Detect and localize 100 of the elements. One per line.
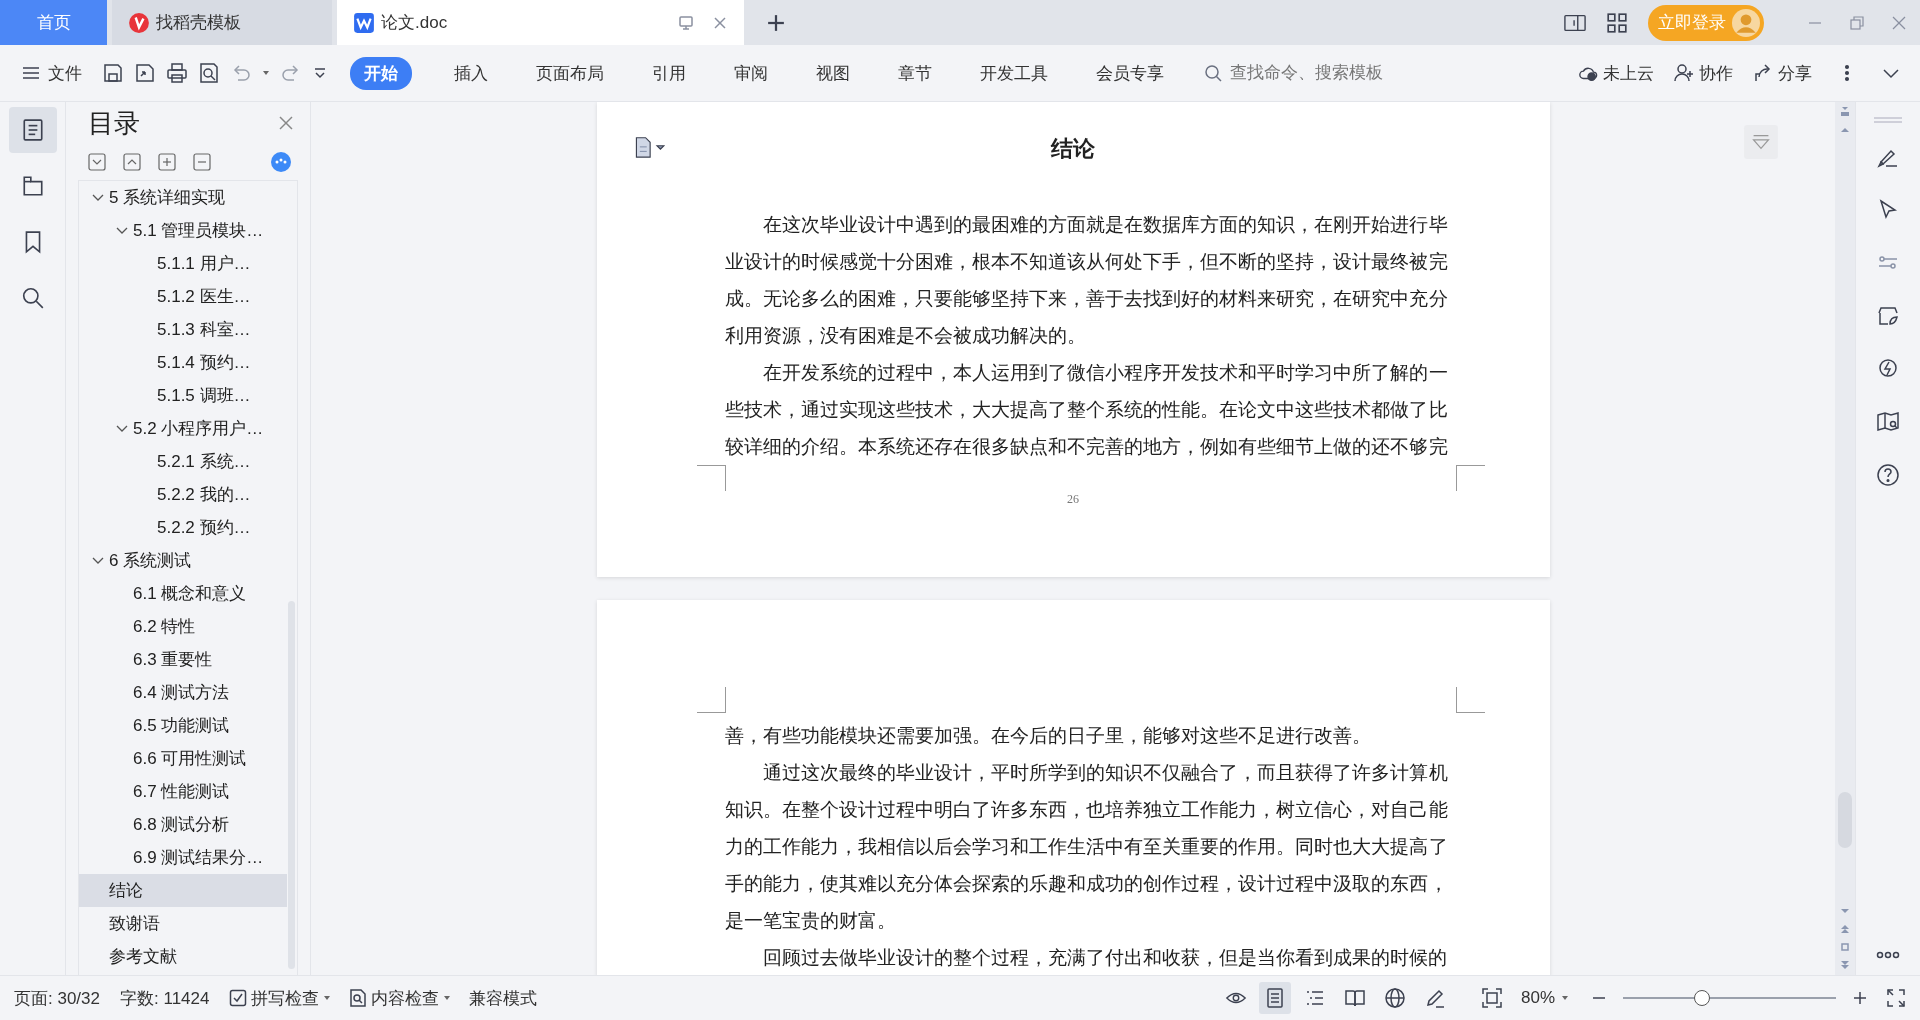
book-search-icon[interactable] [1876, 410, 1900, 434]
zoom-slider[interactable] [1693, 990, 1710, 1006]
crop-mark [696, 687, 726, 713]
template-logo-icon [128, 11, 150, 34]
paragraph: 在开发系统的过程中，本人运用到了微信小程序开发技术和平时学习中所了解的一些技术，通过实现这些技术，大大提高了整个系统的性能。在论文中这些技术都做了比较详细的介绍。本系统还存在很多缺点和不完善的地方，例如有些细节上做的还不够完 [724, 361, 1448, 459]
outline-panel-icon[interactable] [8, 107, 57, 153]
cloud-status-button[interactable]: 未上云 [1578, 61, 1654, 85]
panel-title: 目录 [88, 106, 140, 140]
toc-item[interactable]: 6.9 测试结果分… [79, 841, 287, 874]
toc-item[interactable]: 5 系统详细实现 [79, 181, 287, 214]
paragraph: 回顾过去做毕业设计的整个过程，充满了付出和收获，但是当你看到成果的时候的 [761, 946, 1448, 970]
toc-item[interactable]: 5.1.4 预约… [79, 346, 287, 379]
toc-item[interactable]: 6.6 可用性测试 [79, 742, 287, 775]
ribbon-tab[interactable]: 开发工具 [966, 56, 1062, 90]
crop-mark [696, 465, 726, 491]
store-icon[interactable] [1876, 304, 1900, 328]
add-icon[interactable] [158, 153, 176, 171]
paragraph: 通过这次最终的毕业设计，平时所学到的知识不仅融合了，而且获得了许多计算机知识。在整个设计过程中明白了许多东西，也培养独立工作能力，树立信心，对自己能力的工作能力，我相信以后会学习和工作生活中有至关重要的作用。同时也大大提高了手的能力，使其难以充分体会探索的乐趣和成功的创作过程，设计过程中汲取的东西，是一笔宝贵的财富。 [724, 761, 1448, 933]
print-preview-icon[interactable] [198, 62, 220, 84]
menu-icon [22, 64, 40, 82]
toc-item[interactable]: 5.1.5 调班… [79, 379, 287, 412]
document-app-icon [353, 11, 375, 34]
heading: 结论 [1051, 135, 1095, 163]
print-icon[interactable] [166, 62, 188, 84]
ribbon-tab[interactable]: 章节 [884, 56, 946, 90]
toc-item[interactable]: 6.4 测试方法 [79, 676, 287, 709]
search-field[interactable]: 查找命令、搜索模板 [1204, 62, 1422, 84]
toc-item[interactable]: 5.2.2 预约… [79, 511, 287, 544]
zoom-level-dropdown[interactable]: 80% [1520, 988, 1569, 1008]
toc-item[interactable]: 致谢语 [79, 907, 287, 940]
toc-item[interactable]: 6.3 重要性 [79, 643, 287, 676]
export-icon[interactable] [134, 62, 156, 84]
toc-item[interactable]: 5.1 管理员模块… [79, 214, 287, 247]
ruler-toggle-icon[interactable] [1839, 106, 1851, 118]
avatar-icon [1732, 8, 1760, 37]
fullscreen-icon[interactable] [1886, 988, 1906, 1008]
paragraph: 善，有些功能模块还需要加强。在今后的日子里，能够对这些不足进行改善。 [724, 724, 1372, 748]
caret-icon [323, 994, 332, 1002]
toc-item[interactable]: 5.2 小程序用户… [79, 412, 287, 445]
collapse-icon[interactable] [88, 153, 106, 171]
ribbon-tab[interactable]: 会员专享 [1082, 56, 1178, 90]
ribbon-tab[interactable]: 视图 [802, 56, 864, 90]
document-search-icon [349, 989, 368, 1007]
fit-page-icon[interactable] [1480, 987, 1503, 1009]
toc-item[interactable]: 6.2 特性 [79, 610, 287, 643]
document-tab[interactable]: 论文.doc [337, 0, 744, 45]
crop-mark [1455, 465, 1485, 491]
ribbon-tab[interactable]: 页面布局 [522, 56, 618, 90]
close-icon[interactable] [712, 14, 728, 31]
ribbon-tab[interactable]: 插入 [440, 56, 502, 90]
expand-icon[interactable] [123, 153, 141, 171]
new-tab-icon[interactable] [767, 13, 785, 32]
scrollbar[interactable] [288, 601, 295, 969]
toc-item[interactable]: 5.2.2 我的… [79, 478, 287, 511]
ribbon-tab[interactable]: 审阅 [720, 56, 782, 90]
toc-item[interactable]: 5.1.2 医生… [79, 280, 287, 313]
help-icon[interactable] [1876, 463, 1900, 487]
caret-icon [443, 994, 452, 1002]
toc-item[interactable]: 5.2.1 系统… [79, 445, 287, 478]
page-count: 页面: 30/32 [14, 987, 100, 1010]
toc-item[interactable]: 6.7 性能测试 [79, 775, 287, 808]
toc-item[interactable]: 结论 [79, 874, 287, 907]
ribbon-tab[interactable]: 开始 [350, 56, 412, 90]
paragraph: 在这次毕业设计中遇到的最困难的方面就是在数据库方面的知识，在刚开始进行毕业设计的时候感觉十分困难，根本不知道该从何处下手，但不断的坚持，设计最终被完成。无论多么的困难，只要能够坚持下来，善于去找到好的材料来研究，在研究中充分利用资源，没有困难是不会被成功解决的。 [724, 213, 1448, 348]
tab-label: 论文.doc [381, 12, 448, 34]
more-icon[interactable] [1876, 951, 1900, 959]
tab-label: 找稻壳模板 [156, 12, 241, 34]
customize-icon[interactable] [312, 65, 328, 81]
share-button[interactable]: 分享 [1753, 61, 1812, 85]
page-number: 26 [1066, 492, 1080, 507]
assistant-icon[interactable] [270, 151, 292, 173]
toc-item[interactable]: 6.5 功能测试 [79, 709, 287, 742]
caret-icon [1561, 994, 1569, 1002]
page-view-icon[interactable] [1258, 982, 1291, 1014]
spell-check-button[interactable]: 拼写检查 [229, 986, 332, 1010]
monitor-icon[interactable] [678, 14, 694, 31]
collaborate-button[interactable]: 协作 [1674, 61, 1733, 85]
grid-icon[interactable] [1606, 11, 1628, 34]
remove-icon[interactable] [193, 153, 211, 171]
save-icon[interactable] [102, 62, 124, 84]
caret-icon[interactable] [262, 69, 270, 77]
zoom-in-icon[interactable] [1852, 990, 1868, 1006]
toc-item[interactable]: 6.1 概念和意义 [79, 577, 287, 610]
toc-item[interactable]: 参考文献 [79, 940, 287, 973]
file-menu[interactable]: 文件 [22, 61, 82, 85]
ribbon-tab[interactable]: 引用 [638, 56, 700, 90]
drag-handle-icon[interactable] [1873, 116, 1903, 124]
search-icon [1204, 64, 1222, 82]
checkbox-icon [229, 989, 248, 1007]
close-icon[interactable] [278, 115, 294, 131]
compatibility-mode: 兼容模式 [469, 987, 538, 1010]
people-icon [1674, 63, 1694, 83]
document-tab[interactable]: 找稻壳模板 [112, 0, 332, 45]
toc-item[interactable]: 6 系统测试 [79, 544, 287, 577]
toc-item[interactable]: 5.1.1 用户… [79, 247, 287, 280]
toc-item[interactable]: 5.1.3 科室… [79, 313, 287, 346]
toc-item[interactable]: 6.8 测试分析 [79, 808, 287, 841]
tab-label: 首页 [36, 12, 71, 34]
content-check-button[interactable]: 内容检查 [349, 986, 452, 1010]
word-count[interactable]: 字数: 11424 [120, 986, 210, 1010]
